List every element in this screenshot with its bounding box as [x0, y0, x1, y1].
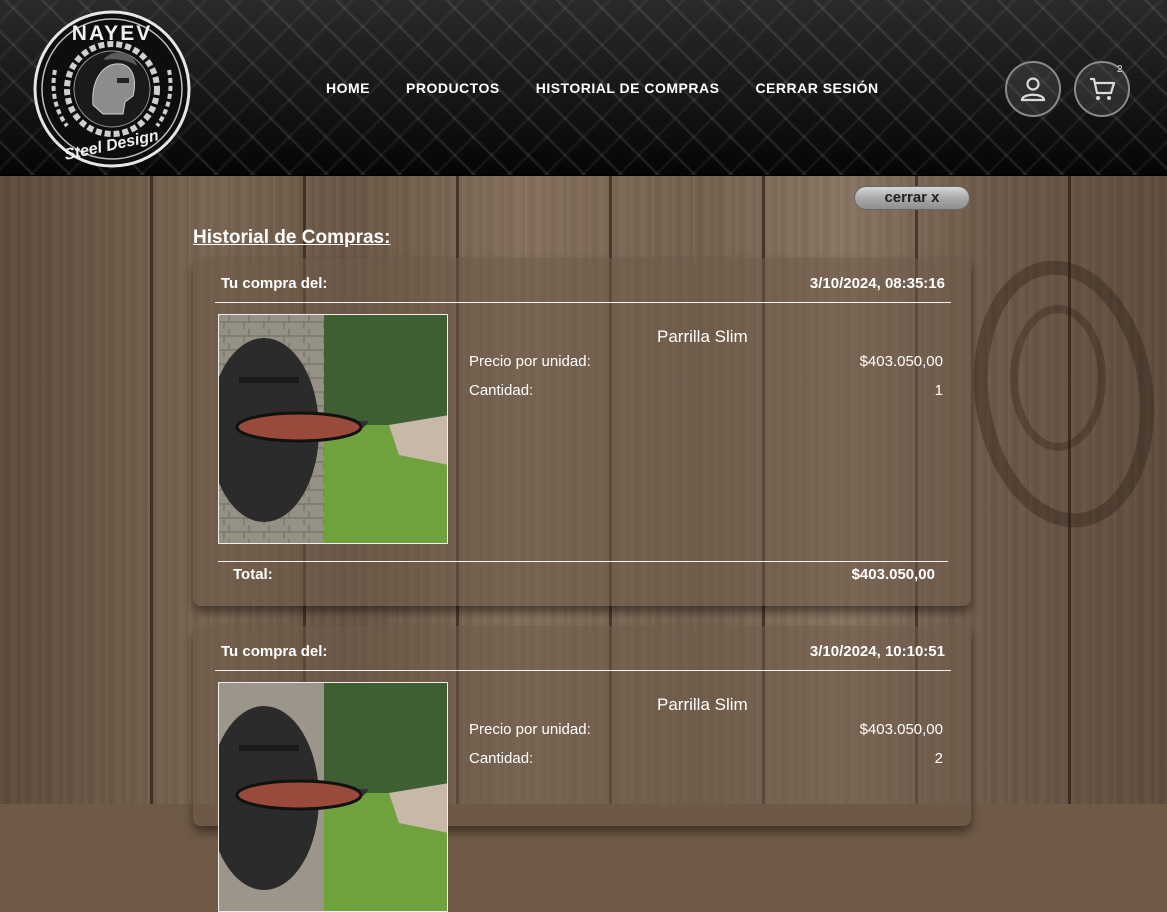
purchase-header: Tu compra del: 3/10/2024, 08:35:16: [193, 258, 971, 302]
total-value: $403.050,00: [851, 566, 935, 583]
product-image: [218, 682, 448, 912]
page-title: Historial de Compras:: [193, 227, 391, 248]
total-label: Total:: [233, 566, 273, 583]
unit-price-label: Precio por unidad:: [469, 721, 591, 738]
nav-productos[interactable]: PRODUCTOS: [406, 80, 500, 96]
purchase-label: Tu compra del:: [221, 643, 328, 660]
divider: [215, 302, 951, 303]
purchase-header: Tu compra del: 3/10/2024, 10:10:51: [193, 626, 971, 670]
cart-icon: [1090, 77, 1116, 100]
unit-price-label: Precio por unidad:: [469, 353, 591, 370]
purchase-card: Tu compra del: 3/10/2024, 08:35:16 Parri…: [193, 258, 971, 606]
logo-top-text: NAYEV: [72, 22, 152, 45]
divider: [218, 561, 948, 562]
product-name: Parrilla Slim: [657, 695, 748, 714]
user-button[interactable]: [1005, 61, 1061, 117]
product-name: Parrilla Slim: [657, 327, 748, 346]
purchase-card: Tu compra del: 3/10/2024, 10:10:51 Parri…: [193, 626, 971, 912]
nav-home[interactable]: HOME: [326, 80, 370, 96]
cart-count-badge: 2: [1117, 64, 1123, 75]
nav-historial-de-compras[interactable]: HISTORIAL DE COMPRAS: [536, 80, 720, 96]
nayev-logo[interactable]: NAYEV Steel Design: [33, 10, 191, 168]
nav-cerrar-sesion[interactable]: CERRAR SESIÓN: [755, 80, 878, 96]
wood-knot: [1010, 305, 1106, 451]
main-nav: HOME PRODUCTOS HISTORIAL DE COMPRAS CERR…: [326, 80, 915, 96]
quantity-value: 2: [934, 750, 943, 767]
unit-price-value: $403.050,00: [859, 353, 943, 370]
quantity-label: Cantidad:: [469, 382, 534, 399]
product-image: [218, 314, 448, 544]
close-button[interactable]: cerrar x: [854, 186, 970, 210]
unit-price-value: $403.050,00: [859, 721, 943, 738]
divider: [215, 670, 951, 671]
quantity-value: 1: [934, 382, 943, 399]
purchase-label: Tu compra del:: [221, 275, 328, 292]
purchase-date: 3/10/2024, 08:35:16: [809, 275, 945, 292]
site-header: NAYEV Steel Design HOME PRODUCTOS HISTOR…: [0, 0, 1167, 176]
user-icon: [1020, 77, 1046, 102]
purchase-date: 3/10/2024, 10:10:51: [809, 643, 945, 660]
quantity-label: Cantidad:: [469, 750, 534, 767]
